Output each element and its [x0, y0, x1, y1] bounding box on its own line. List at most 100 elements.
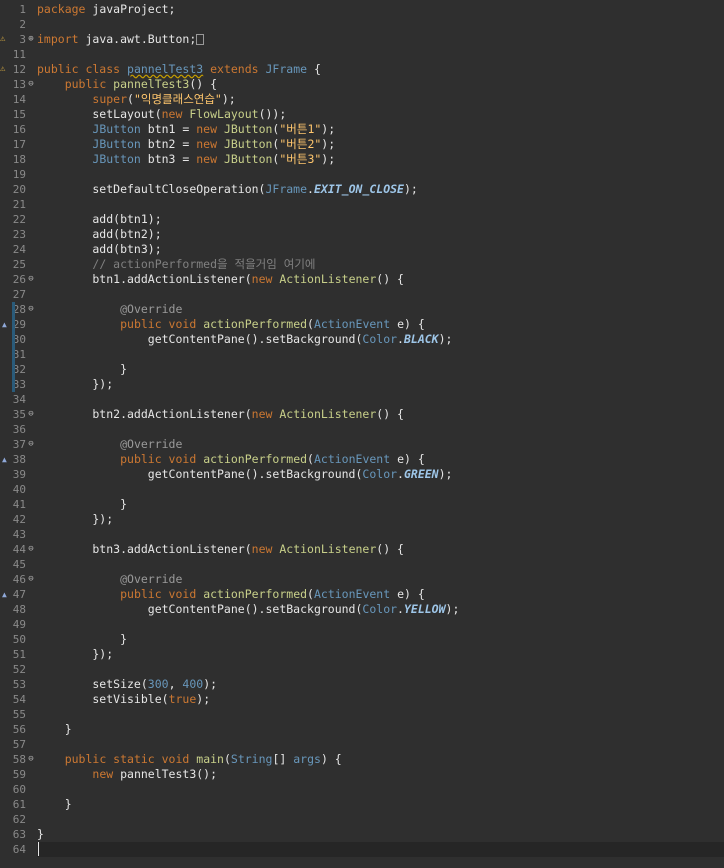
line-number: 41 [12, 498, 26, 511]
code-line[interactable]: } [37, 497, 724, 512]
code-line[interactable]: btn1.addActionListener(new ActionListene… [37, 272, 724, 287]
code-line[interactable]: getContentPane().setBackground(Color.BLA… [37, 332, 724, 347]
fold-collapse-icon[interactable]: ⊖ [27, 752, 35, 767]
override-marker-icon[interactable]: ▲ [2, 317, 10, 332]
code-line[interactable] [37, 17, 724, 32]
code-line[interactable]: public void actionPerformed(ActionEvent … [37, 317, 724, 332]
code-line[interactable] [37, 392, 724, 407]
code-token: actionPerformed [203, 587, 308, 601]
code-line[interactable]: super("익명클래스연습"); [37, 92, 724, 107]
code-line[interactable] [37, 557, 724, 572]
code-line[interactable]: // actionPerformed을 적을거임 여기에 [37, 257, 724, 272]
line-number: 56 [12, 723, 26, 736]
code-line[interactable]: } [37, 722, 724, 737]
code-line[interactable]: } [37, 632, 724, 647]
fold-collapse-icon[interactable]: ⊖ [27, 572, 35, 587]
code-line[interactable] [37, 707, 724, 722]
code-line[interactable] [37, 527, 724, 542]
code-line[interactable]: public pannelTest3() { [37, 77, 724, 92]
code-token: . [397, 602, 404, 616]
code-token: actionPerformed [203, 317, 308, 331]
code-line[interactable]: public class pannelTest3 extends JFrame … [37, 62, 724, 77]
fold-collapse-icon[interactable]: ⊖ [27, 437, 35, 452]
code-line[interactable] [37, 812, 724, 827]
code-line[interactable] [37, 287, 724, 302]
code-token: e) { [390, 317, 425, 331]
line-number-gutter[interactable]: 1 2 3 ⚠ ⊕ 11 12 ⚠ 13 ⊖ 14 15 16 17 18 19 20 21 22 23 24 25 26 ⊖… [0, 0, 37, 868]
line-number: 34 [12, 393, 26, 406]
code-token: new [196, 152, 224, 166]
line-number: 54 [12, 693, 26, 706]
code-line[interactable]: JButton btn1 = new JButton("버튼1"); [37, 122, 724, 137]
code-token: . [307, 182, 314, 196]
code-line[interactable] [37, 737, 724, 752]
code-line[interactable]: }); [37, 512, 724, 527]
code-line[interactable]: @Override [37, 572, 724, 587]
code-line[interactable] [37, 482, 724, 497]
code-line[interactable] [37, 167, 724, 182]
code-line[interactable]: public void actionPerformed(ActionEvent … [37, 452, 724, 467]
fold-collapse-icon[interactable]: ⊖ [27, 77, 35, 92]
line-number: 55 [12, 708, 26, 721]
code-line[interactable] [37, 422, 724, 437]
code-area[interactable]: package javaProject; import java.awt.Butt… [37, 0, 724, 868]
code-line[interactable]: public static void main(String[] args) { [37, 752, 724, 767]
line-number: 48 [12, 603, 26, 616]
code-line[interactable] [37, 47, 724, 62]
code-token: pannelTest3(); [120, 767, 218, 781]
fold-collapse-icon[interactable]: ⊖ [27, 542, 35, 557]
code-line[interactable]: @Override [37, 302, 724, 317]
code-token: add(btn1); [37, 212, 162, 226]
code-line[interactable]: btn2.addActionListener(new ActionListene… [37, 407, 724, 422]
code-editor[interactable]: 1 2 3 ⚠ ⊕ 11 12 ⚠ 13 ⊖ 14 15 16 17 18 19 20 21 22 23 24 25 26 ⊖… [0, 0, 724, 868]
folded-imports-icon[interactable] [196, 34, 205, 45]
override-marker-icon[interactable]: ▲ [2, 452, 10, 467]
code-token: e) { [390, 452, 425, 466]
code-line[interactable]: }); [37, 377, 724, 392]
code-line[interactable]: }); [37, 647, 724, 662]
code-token: new [251, 272, 280, 286]
code-line[interactable]: setSize(300, 400); [37, 677, 724, 692]
line-number: 18 [12, 153, 26, 166]
code-line[interactable]: @Override [37, 437, 724, 452]
fold-collapse-icon[interactable]: ⊖ [27, 302, 35, 317]
code-line[interactable]: add(btn3); [37, 242, 724, 257]
code-token: ); [321, 152, 336, 166]
code-token: FlowLayout [189, 107, 259, 121]
code-line[interactable]: setLayout(new FlowLayout()); [37, 107, 724, 122]
code-line[interactable] [37, 347, 724, 362]
code-line[interactable]: add(btn2); [37, 227, 724, 242]
code-line[interactable] [37, 662, 724, 677]
fold-collapse-icon[interactable]: ⊖ [27, 272, 35, 287]
code-line[interactable]: public void actionPerformed(ActionEvent … [37, 587, 724, 602]
code-line[interactable]: package javaProject; [37, 2, 724, 17]
code-line[interactable] [37, 197, 724, 212]
scope-indicator [12, 302, 15, 392]
code-line[interactable]: btn3.addActionListener(new ActionListene… [37, 542, 724, 557]
code-line[interactable]: setVisible(true); [37, 692, 724, 707]
line-number: 46 [12, 573, 26, 586]
line-number: 44 [12, 543, 26, 556]
code-line[interactable]: getContentPane().setBackground(Color.GRE… [37, 467, 724, 482]
code-line[interactable]: } [37, 827, 724, 842]
override-marker-icon[interactable]: ▲ [2, 587, 10, 602]
code-line[interactable]: setDefaultCloseOperation(JFrame.EXIT_ON_… [37, 182, 724, 197]
warning-icon[interactable]: ⚠ [0, 32, 10, 47]
code-line[interactable]: import java.awt.Button; [37, 32, 724, 47]
code-line[interactable] [37, 842, 724, 857]
code-line[interactable] [37, 617, 724, 632]
code-line[interactable]: } [37, 362, 724, 377]
code-line[interactable] [37, 782, 724, 797]
code-line[interactable]: getContentPane().setBackground(Color.YEL… [37, 602, 724, 617]
code-line[interactable]: add(btn1); [37, 212, 724, 227]
warning-icon[interactable]: ⚠ [0, 62, 10, 77]
fold-expand-icon[interactable]: ⊕ [27, 32, 35, 47]
code-line[interactable]: } [37, 797, 724, 812]
code-token: ( [307, 317, 314, 331]
code-line[interactable]: new pannelTest3(); [37, 767, 724, 782]
code-line[interactable]: JButton btn3 = new JButton("버튼3"); [37, 152, 724, 167]
code-line[interactable]: JButton btn2 = new JButton("버튼2"); [37, 137, 724, 152]
fold-collapse-icon[interactable]: ⊖ [27, 407, 35, 422]
line-number: 49 [12, 618, 26, 631]
